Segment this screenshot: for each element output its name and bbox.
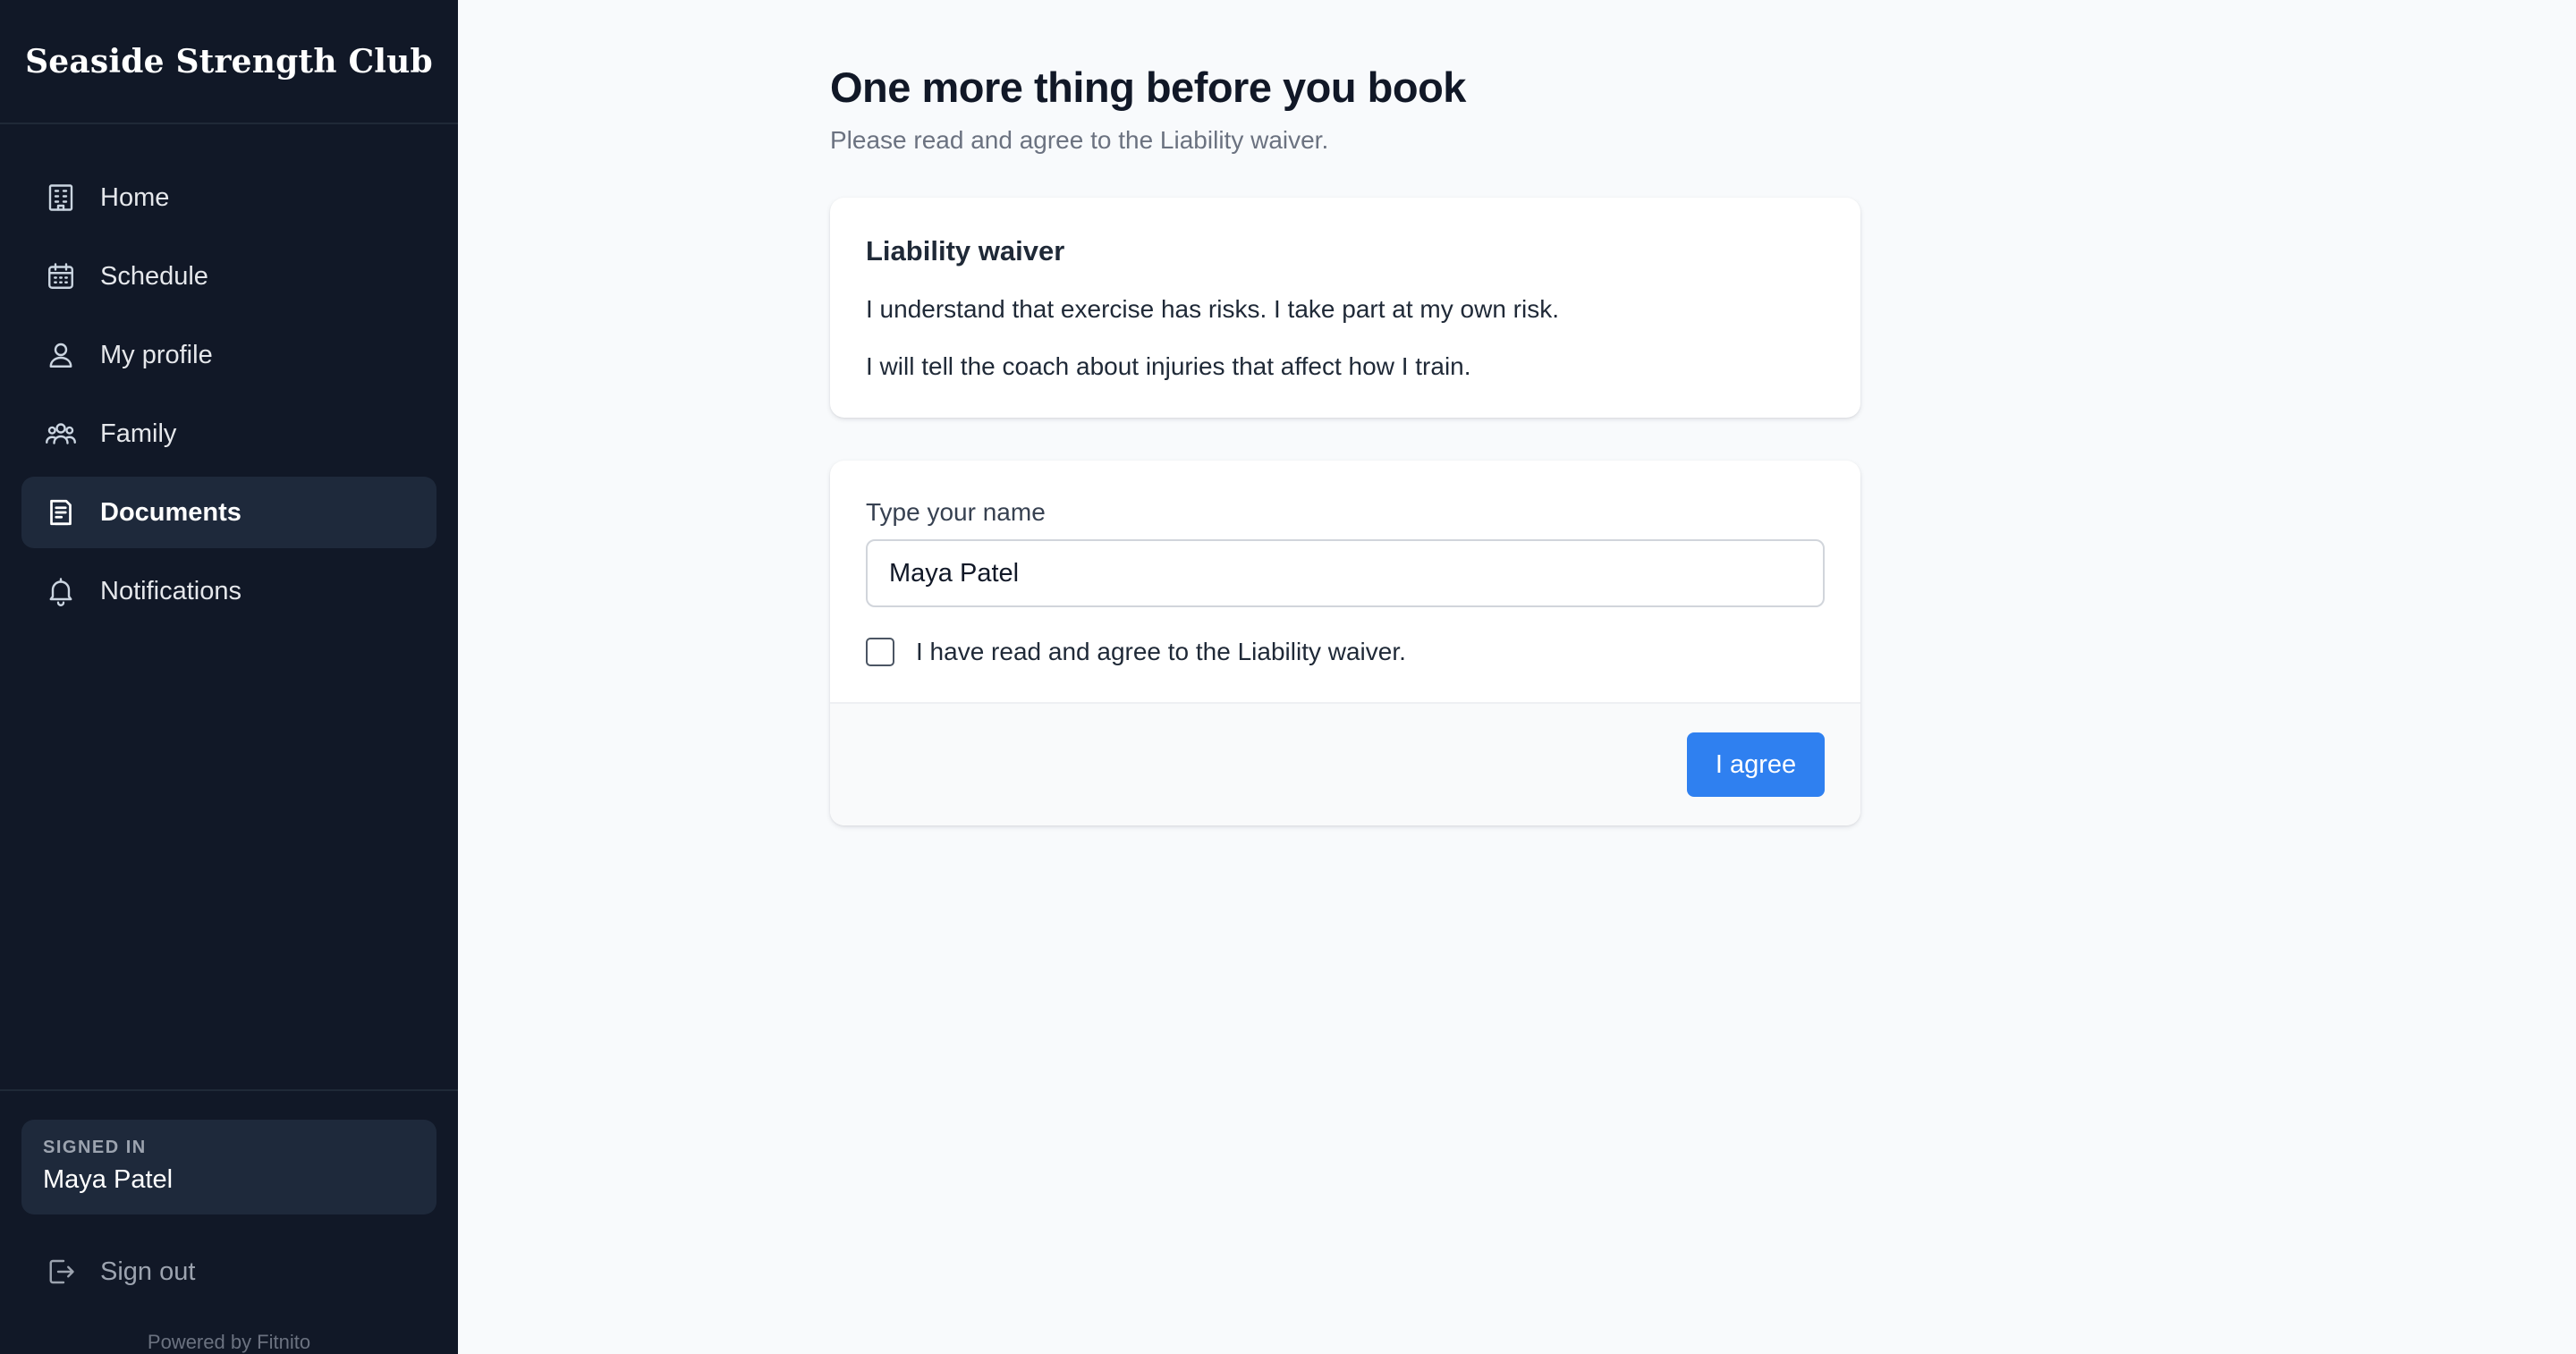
users-icon: [45, 418, 77, 450]
agree-checkbox-row[interactable]: I have read and agree to the Liability w…: [866, 638, 1825, 666]
name-input[interactable]: [866, 539, 1825, 607]
main-content: One more thing before you book Please re…: [458, 0, 2576, 1354]
sidebar-item-label: My profile: [100, 340, 213, 369]
sidebar-item-label: Family: [100, 419, 177, 448]
sidebar-footer: SIGNED IN Maya Patel Sign out Powered by…: [0, 1089, 458, 1354]
waiver-text-line: I understand that exercise has risks. I …: [866, 295, 1559, 323]
sidebar-item-label: Home: [100, 182, 170, 212]
signed-in-card: SIGNED IN Maya Patel: [21, 1120, 436, 1214]
content-column: One more thing before you book Please re…: [830, 63, 1860, 825]
waiver-card: Liability waiver I understand that exerc…: [830, 198, 1860, 418]
building-icon: [45, 182, 77, 214]
agreement-form-body: Type your name I have read and agree to …: [830, 461, 1860, 702]
waiver-title: Liability waiver: [866, 235, 1065, 267]
sign-out-button[interactable]: Sign out: [21, 1236, 436, 1307]
agreement-form-card: Type your name I have read and agree to …: [830, 461, 1860, 825]
agreement-form-footer: I agree: [830, 702, 1860, 825]
sign-out-icon: [45, 1256, 77, 1288]
page-title: One more thing before you book: [830, 63, 1466, 111]
brand-name: Seaside Strength Club: [0, 0, 458, 124]
sign-out-label: Sign out: [100, 1257, 196, 1286]
sidebar-item-notifications[interactable]: Notifications: [21, 555, 436, 627]
bell-icon: [45, 575, 77, 607]
agree-checkbox[interactable]: [866, 638, 894, 666]
sidebar-item-documents[interactable]: Documents: [21, 477, 436, 548]
sidebar-item-schedule[interactable]: Schedule: [21, 241, 436, 312]
sidebar-item-my-profile[interactable]: My profile: [21, 319, 436, 391]
calendar-icon: [45, 260, 77, 292]
sidebar-nav: Home Schedule My profile Family Document…: [0, 124, 458, 1089]
document-icon: [45, 496, 77, 529]
signed-in-label: SIGNED IN: [43, 1138, 147, 1157]
powered-by: Powered by Fitnito: [147, 1331, 311, 1353]
sidebar-item-label: Schedule: [100, 261, 208, 291]
i-agree-button[interactable]: I agree: [1687, 732, 1825, 797]
page-subtitle: Please read and agree to the Liability w…: [830, 126, 1329, 154]
app-root: Seaside Strength Club Home Schedule My p…: [0, 0, 2576, 1354]
sidebar: Seaside Strength Club Home Schedule My p…: [0, 0, 458, 1354]
waiver-text-line: I will tell the coach about injuries tha…: [866, 352, 1471, 380]
user-icon: [45, 339, 77, 371]
sidebar-item-family[interactable]: Family: [21, 398, 436, 470]
signed-in-name: Maya Patel: [43, 1165, 174, 1194]
agree-checkbox-label[interactable]: I have read and agree to the Liability w…: [916, 638, 1406, 666]
sidebar-item-label: Notifications: [100, 576, 242, 605]
sidebar-item-home[interactable]: Home: [21, 162, 436, 233]
name-field-label: Type your name: [866, 498, 1046, 526]
sidebar-item-label: Documents: [100, 497, 242, 527]
